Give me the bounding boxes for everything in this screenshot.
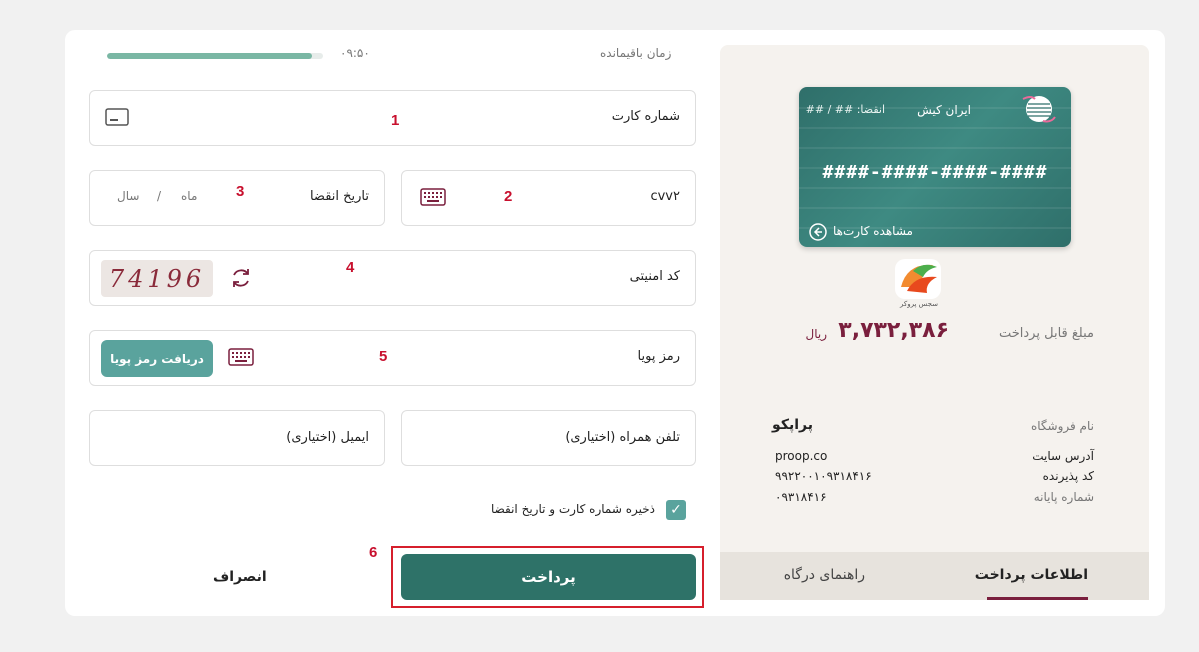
terminal-label: شماره پایانه xyxy=(1033,490,1094,504)
site-label: آدرس سایت xyxy=(1032,449,1094,463)
credit-card-icon xyxy=(105,108,129,130)
merchant-logo xyxy=(893,257,943,305)
annotation-4: 4 xyxy=(346,259,355,276)
annotation-3: 3 xyxy=(236,183,245,200)
bank-name: ایران کیش xyxy=(917,103,971,117)
card-number-label: شماره کارت xyxy=(611,109,680,124)
refresh-icon[interactable] xyxy=(229,266,253,294)
keyboard-icon[interactable] xyxy=(228,348,254,370)
merchant-logo-text: سجس پروکر xyxy=(900,300,938,308)
arrow-left-circle-icon[interactable] xyxy=(809,223,827,245)
expiry-year[interactable]: سال xyxy=(117,189,139,203)
timer-label: زمان باقیمانده xyxy=(600,46,672,60)
annotation-5: 5 xyxy=(379,348,388,365)
mobile-label: تلفن همراه (اختیاری) xyxy=(565,430,680,445)
card-number-mask: ####-####-####-#### xyxy=(822,162,1048,183)
expiry-month[interactable]: ماه xyxy=(181,189,197,203)
store-name: پراپکو xyxy=(772,417,813,433)
cancel-button[interactable]: انصراف xyxy=(213,569,267,585)
amount-value: ۳,۷۳۲,۳۸۶ xyxy=(838,318,949,343)
cvv2-label: cvv۲ xyxy=(650,189,680,204)
timer-progress-bar xyxy=(107,53,323,59)
timer-progress-fill xyxy=(107,53,313,59)
captcha-label: کد امنیتی xyxy=(629,269,680,284)
email-label: ایمیل (اختیاری) xyxy=(286,430,369,445)
captcha-image: 74196 xyxy=(101,260,213,297)
amount-label: مبلغ قابل پرداخت xyxy=(998,326,1094,341)
card-expiry: انقضا: ## / ## xyxy=(805,103,885,116)
check-icon: ✓ xyxy=(670,502,682,518)
acceptor-label: کد پذیرنده xyxy=(1042,469,1094,483)
timer-value: ۰۹:۵۰ xyxy=(340,46,370,60)
amount-currency: ریال xyxy=(805,327,827,341)
keyboard-icon[interactable] xyxy=(420,188,446,210)
site-value: proop.co xyxy=(775,449,828,463)
pay-button[interactable]: پرداخت xyxy=(401,554,696,600)
tab-gateway-guide[interactable]: راهنمای درگاه xyxy=(784,567,865,583)
store-name-label: نام فروشگاه xyxy=(1030,419,1094,433)
active-tab-indicator xyxy=(987,597,1088,600)
bank-logo-icon xyxy=(1021,93,1057,129)
otp-label: رمز پویا xyxy=(637,349,680,364)
annotation-2: 2 xyxy=(504,188,513,205)
expiry-separator: / xyxy=(157,189,162,203)
get-otp-button[interactable]: دریافت رمز پویا xyxy=(101,340,213,377)
annotation-1: 1 xyxy=(391,112,400,129)
expiry-label: تاریخ انقضا xyxy=(309,189,369,204)
view-cards-link[interactable]: مشاهده کارت‌ها xyxy=(833,224,913,238)
tab-payment-info[interactable]: اطلاعات پرداخت xyxy=(975,567,1088,583)
save-card-checkbox[interactable]: ✓ xyxy=(666,500,686,520)
terminal-value: ۰۹۳۱۸۴۱۶ xyxy=(775,490,827,504)
annotation-6: 6 xyxy=(369,544,378,561)
acceptor-value: ۹۹۲۲۰۰۱۰۹۳۱۸۴۱۶ xyxy=(775,469,872,483)
bank-card: ایران کیش انقضا: ## / ## ####-####-####-… xyxy=(799,87,1071,247)
save-card-label: ذخیره شماره کارت و تاریخ انقضا xyxy=(490,502,655,516)
